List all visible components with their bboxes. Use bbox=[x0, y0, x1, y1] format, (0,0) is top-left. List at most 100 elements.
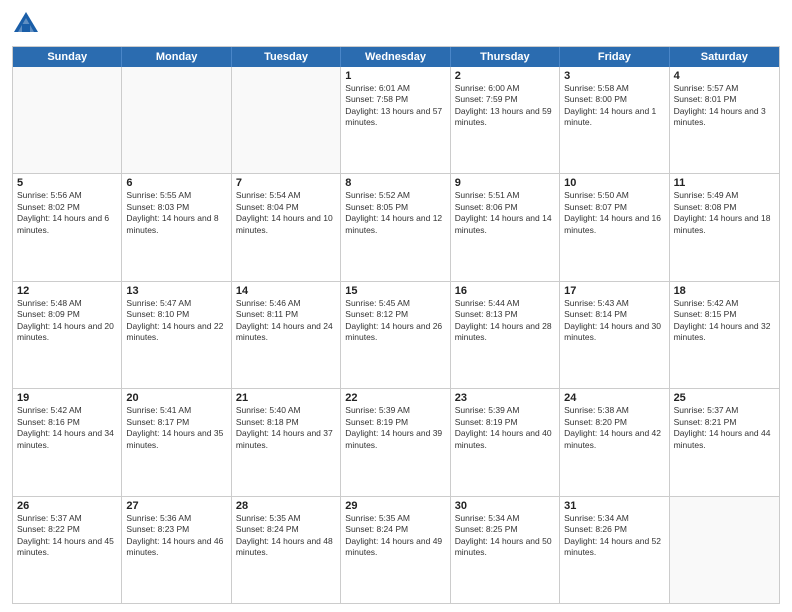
calendar-body: 1Sunrise: 6:01 AM Sunset: 7:58 PM Daylig… bbox=[13, 67, 779, 603]
calendar-cell: 10Sunrise: 5:50 AM Sunset: 8:07 PM Dayli… bbox=[560, 174, 669, 280]
cell-info: Sunrise: 5:45 AM Sunset: 8:12 PM Dayligh… bbox=[345, 298, 445, 344]
calendar-cell: 5Sunrise: 5:56 AM Sunset: 8:02 PM Daylig… bbox=[13, 174, 122, 280]
weekday-header: Monday bbox=[122, 47, 231, 67]
calendar-cell: 13Sunrise: 5:47 AM Sunset: 8:10 PM Dayli… bbox=[122, 282, 231, 388]
calendar-cell: 15Sunrise: 5:45 AM Sunset: 8:12 PM Dayli… bbox=[341, 282, 450, 388]
day-number: 31 bbox=[564, 500, 664, 512]
weekday-header: Thursday bbox=[451, 47, 560, 67]
day-number: 8 bbox=[345, 177, 445, 189]
day-number: 13 bbox=[126, 285, 226, 297]
cell-info: Sunrise: 5:41 AM Sunset: 8:17 PM Dayligh… bbox=[126, 405, 226, 451]
cell-info: Sunrise: 5:38 AM Sunset: 8:20 PM Dayligh… bbox=[564, 405, 664, 451]
calendar-cell: 17Sunrise: 5:43 AM Sunset: 8:14 PM Dayli… bbox=[560, 282, 669, 388]
cell-info: Sunrise: 5:40 AM Sunset: 8:18 PM Dayligh… bbox=[236, 405, 336, 451]
calendar-cell: 6Sunrise: 5:55 AM Sunset: 8:03 PM Daylig… bbox=[122, 174, 231, 280]
calendar-header: SundayMondayTuesdayWednesdayThursdayFrid… bbox=[13, 47, 779, 67]
day-number: 27 bbox=[126, 500, 226, 512]
calendar-cell: 20Sunrise: 5:41 AM Sunset: 8:17 PM Dayli… bbox=[122, 389, 231, 495]
day-number: 23 bbox=[455, 392, 555, 404]
cell-info: Sunrise: 5:52 AM Sunset: 8:05 PM Dayligh… bbox=[345, 190, 445, 236]
calendar-cell: 25Sunrise: 5:37 AM Sunset: 8:21 PM Dayli… bbox=[670, 389, 779, 495]
weekday-header: Wednesday bbox=[341, 47, 450, 67]
calendar-cell: 7Sunrise: 5:54 AM Sunset: 8:04 PM Daylig… bbox=[232, 174, 341, 280]
calendar-cell: 22Sunrise: 5:39 AM Sunset: 8:19 PM Dayli… bbox=[341, 389, 450, 495]
cell-info: Sunrise: 5:34 AM Sunset: 8:26 PM Dayligh… bbox=[564, 513, 664, 559]
calendar-cell bbox=[232, 67, 341, 173]
page: SundayMondayTuesdayWednesdayThursdayFrid… bbox=[0, 0, 792, 612]
cell-info: Sunrise: 5:48 AM Sunset: 8:09 PM Dayligh… bbox=[17, 298, 117, 344]
day-number: 1 bbox=[345, 70, 445, 82]
day-number: 28 bbox=[236, 500, 336, 512]
calendar-row: 26Sunrise: 5:37 AM Sunset: 8:22 PM Dayli… bbox=[13, 497, 779, 603]
calendar-row: 19Sunrise: 5:42 AM Sunset: 8:16 PM Dayli… bbox=[13, 389, 779, 496]
calendar-cell: 9Sunrise: 5:51 AM Sunset: 8:06 PM Daylig… bbox=[451, 174, 560, 280]
logo bbox=[12, 10, 44, 38]
cell-info: Sunrise: 5:43 AM Sunset: 8:14 PM Dayligh… bbox=[564, 298, 664, 344]
logo-icon bbox=[12, 10, 40, 38]
day-number: 17 bbox=[564, 285, 664, 297]
cell-info: Sunrise: 5:58 AM Sunset: 8:00 PM Dayligh… bbox=[564, 83, 664, 129]
day-number: 20 bbox=[126, 392, 226, 404]
day-number: 22 bbox=[345, 392, 445, 404]
calendar-cell: 18Sunrise: 5:42 AM Sunset: 8:15 PM Dayli… bbox=[670, 282, 779, 388]
calendar-cell: 27Sunrise: 5:36 AM Sunset: 8:23 PM Dayli… bbox=[122, 497, 231, 603]
calendar-cell: 11Sunrise: 5:49 AM Sunset: 8:08 PM Dayli… bbox=[670, 174, 779, 280]
calendar-cell: 4Sunrise: 5:57 AM Sunset: 8:01 PM Daylig… bbox=[670, 67, 779, 173]
calendar-cell bbox=[122, 67, 231, 173]
cell-info: Sunrise: 5:56 AM Sunset: 8:02 PM Dayligh… bbox=[17, 190, 117, 236]
cell-info: Sunrise: 6:00 AM Sunset: 7:59 PM Dayligh… bbox=[455, 83, 555, 129]
calendar-cell: 21Sunrise: 5:40 AM Sunset: 8:18 PM Dayli… bbox=[232, 389, 341, 495]
header bbox=[12, 10, 780, 38]
cell-info: Sunrise: 5:46 AM Sunset: 8:11 PM Dayligh… bbox=[236, 298, 336, 344]
cell-info: Sunrise: 5:55 AM Sunset: 8:03 PM Dayligh… bbox=[126, 190, 226, 236]
calendar-cell: 2Sunrise: 6:00 AM Sunset: 7:59 PM Daylig… bbox=[451, 67, 560, 173]
day-number: 11 bbox=[674, 177, 775, 189]
calendar-cell: 28Sunrise: 5:35 AM Sunset: 8:24 PM Dayli… bbox=[232, 497, 341, 603]
day-number: 9 bbox=[455, 177, 555, 189]
cell-info: Sunrise: 5:34 AM Sunset: 8:25 PM Dayligh… bbox=[455, 513, 555, 559]
cell-info: Sunrise: 5:42 AM Sunset: 8:16 PM Dayligh… bbox=[17, 405, 117, 451]
calendar-cell bbox=[13, 67, 122, 173]
calendar-cell: 1Sunrise: 6:01 AM Sunset: 7:58 PM Daylig… bbox=[341, 67, 450, 173]
day-number: 6 bbox=[126, 177, 226, 189]
cell-info: Sunrise: 5:39 AM Sunset: 8:19 PM Dayligh… bbox=[455, 405, 555, 451]
calendar-cell: 29Sunrise: 5:35 AM Sunset: 8:24 PM Dayli… bbox=[341, 497, 450, 603]
day-number: 4 bbox=[674, 70, 775, 82]
calendar-cell: 12Sunrise: 5:48 AM Sunset: 8:09 PM Dayli… bbox=[13, 282, 122, 388]
day-number: 2 bbox=[455, 70, 555, 82]
day-number: 5 bbox=[17, 177, 117, 189]
weekday-header: Sunday bbox=[13, 47, 122, 67]
calendar-cell bbox=[670, 497, 779, 603]
cell-info: Sunrise: 5:51 AM Sunset: 8:06 PM Dayligh… bbox=[455, 190, 555, 236]
calendar-cell: 31Sunrise: 5:34 AM Sunset: 8:26 PM Dayli… bbox=[560, 497, 669, 603]
cell-info: Sunrise: 5:50 AM Sunset: 8:07 PM Dayligh… bbox=[564, 190, 664, 236]
day-number: 18 bbox=[674, 285, 775, 297]
day-number: 26 bbox=[17, 500, 117, 512]
calendar-cell: 23Sunrise: 5:39 AM Sunset: 8:19 PM Dayli… bbox=[451, 389, 560, 495]
calendar-cell: 14Sunrise: 5:46 AM Sunset: 8:11 PM Dayli… bbox=[232, 282, 341, 388]
calendar-cell: 26Sunrise: 5:37 AM Sunset: 8:22 PM Dayli… bbox=[13, 497, 122, 603]
cell-info: Sunrise: 5:54 AM Sunset: 8:04 PM Dayligh… bbox=[236, 190, 336, 236]
cell-info: Sunrise: 5:37 AM Sunset: 8:21 PM Dayligh… bbox=[674, 405, 775, 451]
calendar-row: 1Sunrise: 6:01 AM Sunset: 7:58 PM Daylig… bbox=[13, 67, 779, 174]
day-number: 30 bbox=[455, 500, 555, 512]
calendar-row: 12Sunrise: 5:48 AM Sunset: 8:09 PM Dayli… bbox=[13, 282, 779, 389]
cell-info: Sunrise: 5:35 AM Sunset: 8:24 PM Dayligh… bbox=[236, 513, 336, 559]
calendar-row: 5Sunrise: 5:56 AM Sunset: 8:02 PM Daylig… bbox=[13, 174, 779, 281]
day-number: 19 bbox=[17, 392, 117, 404]
calendar-cell: 8Sunrise: 5:52 AM Sunset: 8:05 PM Daylig… bbox=[341, 174, 450, 280]
cell-info: Sunrise: 5:39 AM Sunset: 8:19 PM Dayligh… bbox=[345, 405, 445, 451]
cell-info: Sunrise: 5:42 AM Sunset: 8:15 PM Dayligh… bbox=[674, 298, 775, 344]
calendar: SundayMondayTuesdayWednesdayThursdayFrid… bbox=[12, 46, 780, 604]
calendar-cell: 3Sunrise: 5:58 AM Sunset: 8:00 PM Daylig… bbox=[560, 67, 669, 173]
day-number: 25 bbox=[674, 392, 775, 404]
cell-info: Sunrise: 6:01 AM Sunset: 7:58 PM Dayligh… bbox=[345, 83, 445, 129]
day-number: 10 bbox=[564, 177, 664, 189]
cell-info: Sunrise: 5:47 AM Sunset: 8:10 PM Dayligh… bbox=[126, 298, 226, 344]
day-number: 24 bbox=[564, 392, 664, 404]
cell-info: Sunrise: 5:49 AM Sunset: 8:08 PM Dayligh… bbox=[674, 190, 775, 236]
day-number: 29 bbox=[345, 500, 445, 512]
calendar-cell: 16Sunrise: 5:44 AM Sunset: 8:13 PM Dayli… bbox=[451, 282, 560, 388]
day-number: 16 bbox=[455, 285, 555, 297]
weekday-header: Saturday bbox=[670, 47, 779, 67]
